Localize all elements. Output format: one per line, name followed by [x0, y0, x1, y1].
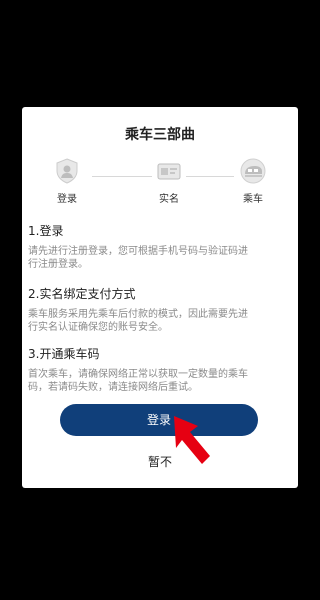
- step-login: 登录: [45, 157, 89, 205]
- ride-guide-dialog: 乘车三部曲 登录 实名 乘车 1.登录 请先进行注册登录，您可根据手机号码与验证…: [22, 107, 298, 488]
- section-heading: 2.实名绑定支付方式: [28, 287, 136, 301]
- section-text: 乘车服务采用先乘车后付款的模式，因此需要先进 行实名认证确保您的账号安全。: [28, 308, 292, 334]
- steps-row: 登录 实名 乘车: [22, 157, 298, 213]
- section-text: 首次乘车，请确保网络正常以获取一定数量的乘车 码，若请码失败，请连接网络后重试。: [28, 368, 292, 394]
- section-text-line: 行实名认证确保您的账号安全。: [28, 322, 168, 333]
- user-shield-icon: [56, 158, 78, 184]
- step-connector: [186, 176, 234, 177]
- section-ride-code: 3.开通乘车码 首次乘车，请确保网络正常以获取一定数量的乘车 码，若请码失败，请…: [28, 345, 292, 394]
- section-text-line: 首次乘车，请确保网络正常以获取一定数量的乘车: [28, 369, 248, 380]
- section-text-line: 码，若请码失败，请连接网络后重试。: [28, 382, 198, 393]
- step-connector: [92, 176, 152, 177]
- step-label: 实名: [159, 194, 179, 205]
- section-text: 请先进行注册登录，您可根据手机号码与验证码进 行注册登录。: [28, 245, 292, 271]
- section-text-line: 请先进行注册登录，您可根据手机号码与验证码进: [28, 246, 248, 257]
- dialog-title: 乘车三部曲: [125, 127, 195, 143]
- section-text-line: 乘车服务采用先乘车后付款的模式，因此需要先进: [28, 309, 248, 320]
- section-heading: 1.登录: [28, 224, 64, 238]
- section-realname: 2.实名绑定支付方式 乘车服务采用先乘车后付款的模式，因此需要先进 行实名认证确…: [28, 285, 292, 334]
- step-realname: 实名: [147, 157, 191, 205]
- section-text-line: 行注册登录。: [28, 259, 88, 270]
- red-arrow-pointer-icon: [174, 416, 210, 464]
- id-card-icon: [157, 163, 181, 180]
- train-icon: [240, 158, 266, 184]
- step-label: 乘车: [243, 194, 263, 205]
- step-label: 登录: [57, 194, 77, 205]
- step-ride: 乘车: [231, 157, 275, 205]
- section-heading: 3.开通乘车码: [28, 347, 100, 361]
- section-login: 1.登录 请先进行注册登录，您可根据手机号码与验证码进 行注册登录。: [28, 222, 292, 271]
- login-button[interactable]: 登录: [60, 404, 258, 436]
